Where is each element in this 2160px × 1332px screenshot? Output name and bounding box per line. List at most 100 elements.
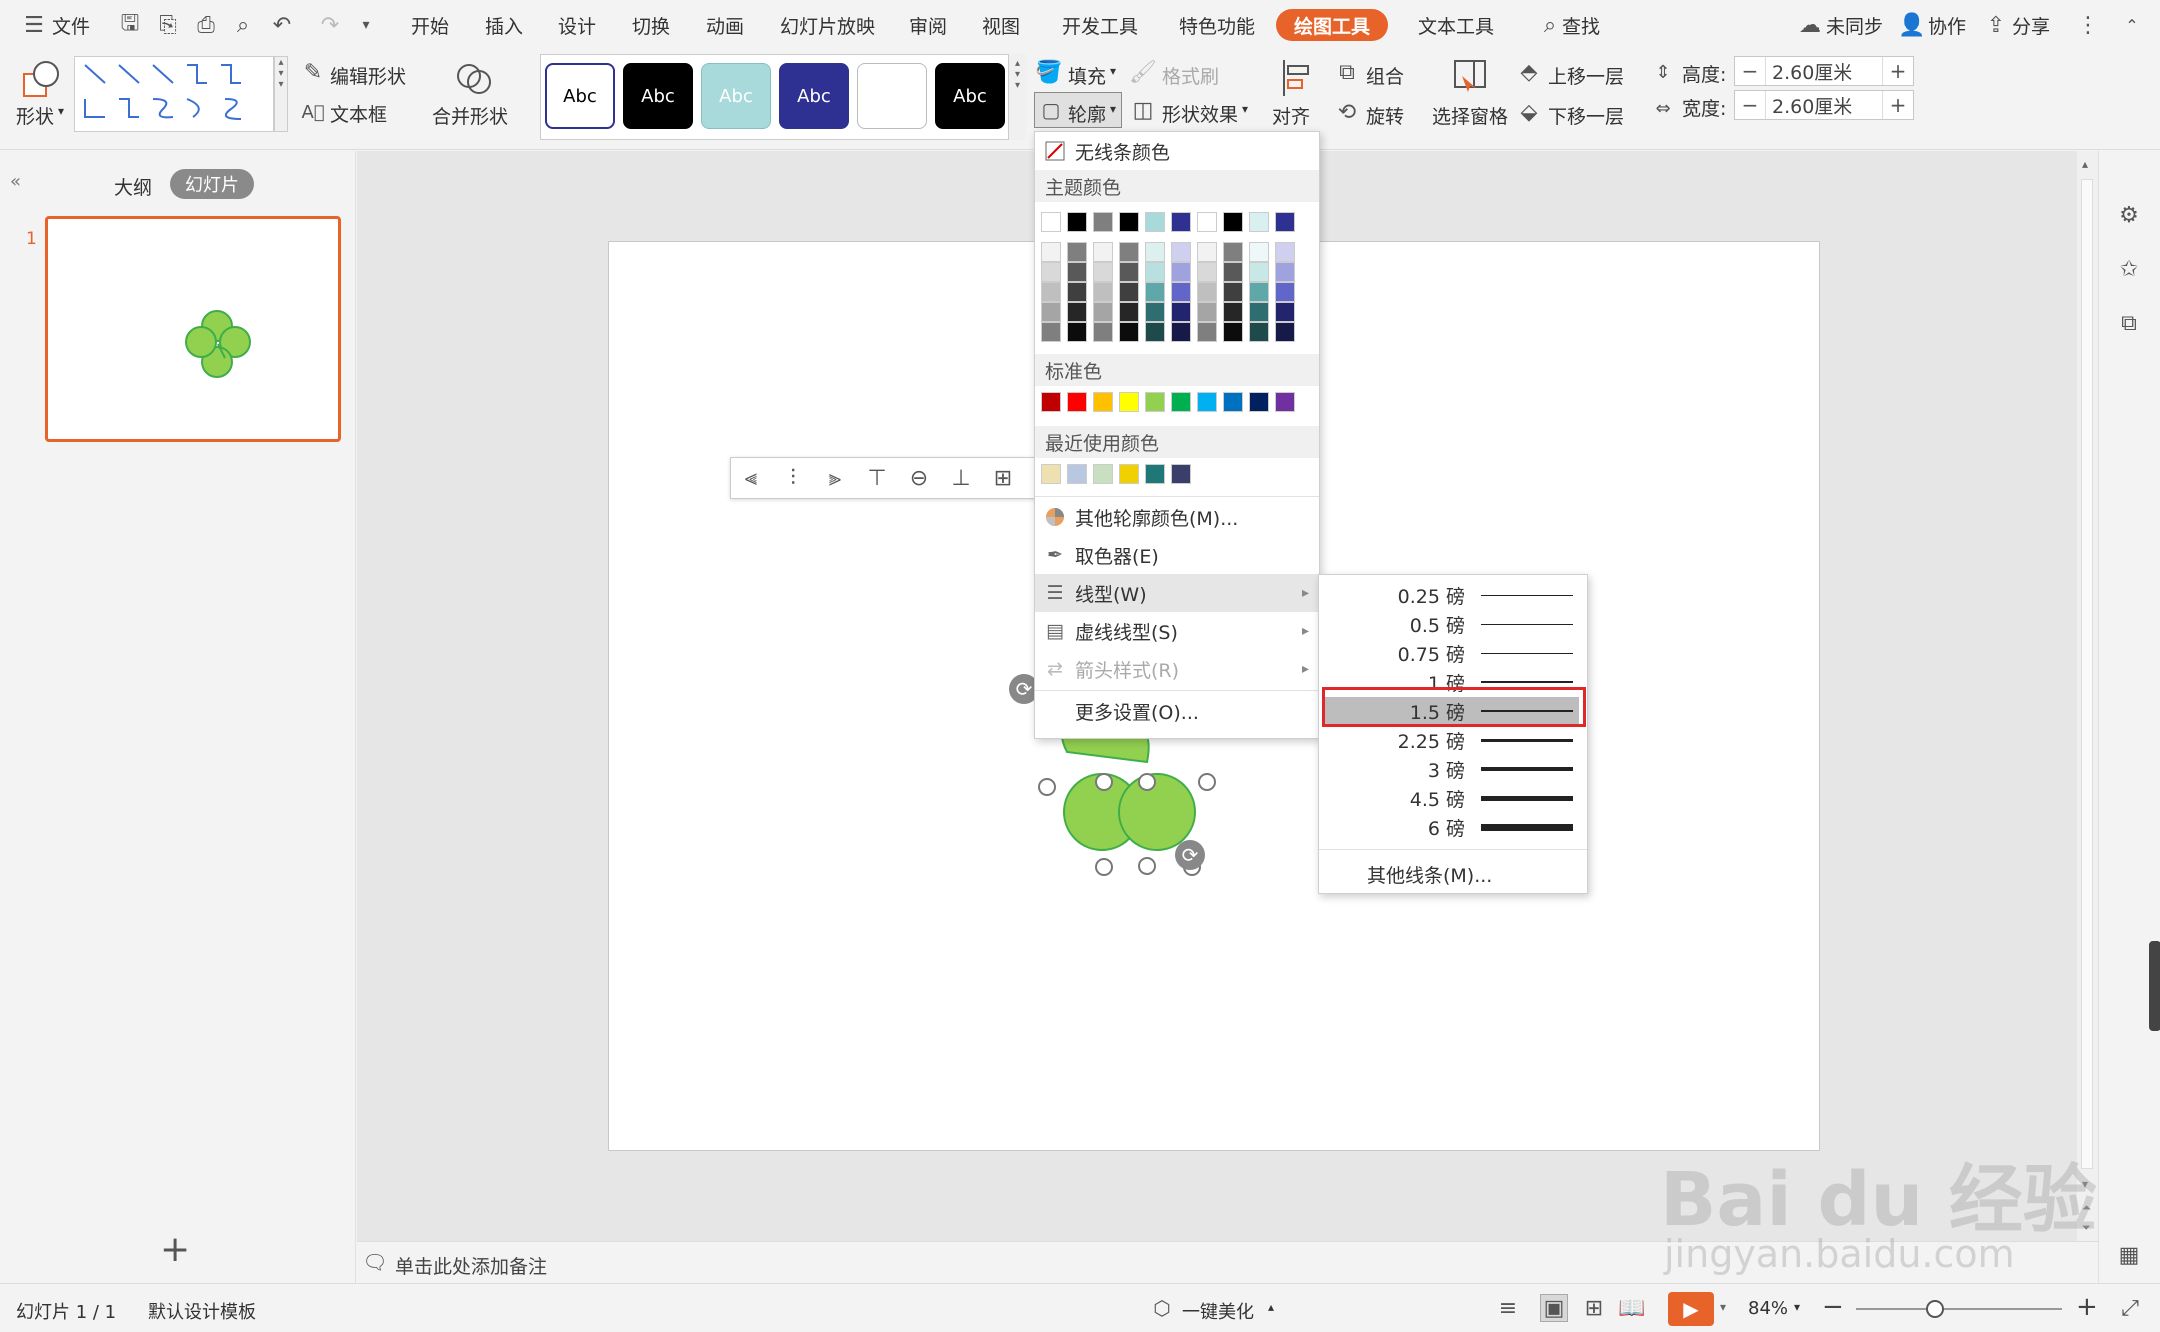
standard-color-swatch[interactable] <box>1275 392 1295 412</box>
standard-color-swatch[interactable] <box>1145 392 1165 412</box>
dash-type-item[interactable]: ▤ 虚线线型(S) ▸ <box>1035 612 1319 650</box>
theme-color-swatch[interactable] <box>1223 322 1243 342</box>
line-shape-gallery[interactable] <box>74 56 274 132</box>
line-weight-option[interactable]: 4.5 磅 <box>1319 784 1587 813</box>
sorter-view-icon[interactable]: ⊞ <box>1580 1294 1608 1322</box>
style-plain-white[interactable] <box>857 63 927 129</box>
notes-placeholder[interactable]: 单击此处添加备注 <box>395 1252 547 1279</box>
line-weight-option[interactable]: 6 磅 <box>1319 813 1587 842</box>
gallery-scroll[interactable]: ▴ ▾ ▾ <box>274 56 288 132</box>
scroll-thumb[interactable] <box>2081 179 2093 1169</box>
align-center-icon[interactable]: ⫶ <box>779 464 807 492</box>
play-dropdown-icon[interactable]: ▾ <box>1720 1300 1726 1314</box>
recent-color-swatch[interactable] <box>1171 464 1191 484</box>
height-stepper[interactable]: − 2.60厘米 + <box>1734 56 1914 86</box>
align-right-icon[interactable]: ⫸ <box>821 464 849 492</box>
theme-color-swatch[interactable] <box>1249 212 1269 232</box>
fit-window-icon[interactable]: ⤢ <box>2116 1294 2144 1322</box>
standard-color-swatch[interactable] <box>1041 392 1061 412</box>
selection-pane-button[interactable]: 选择窗格 <box>1432 102 1508 129</box>
vertical-scrollbar[interactable]: ▴ ▾ ⏶ ⏷ <box>2077 151 2098 1241</box>
width-increment[interactable]: + <box>1883 93 1913 117</box>
theme-color-swatch[interactable] <box>1093 242 1113 262</box>
shape-dropdown-icon[interactable]: ▾ <box>58 104 64 118</box>
theme-color-swatch[interactable] <box>1171 242 1191 262</box>
shape-button[interactable]: 形状 <box>16 102 54 129</box>
search-button[interactable]: 查找 <box>1562 12 1600 39</box>
theme-color-swatch[interactable] <box>1119 282 1139 302</box>
standard-color-swatch[interactable] <box>1171 392 1191 412</box>
shape-effect-icon[interactable]: ◫ <box>1130 96 1156 124</box>
theme-color-swatch[interactable] <box>1067 322 1087 342</box>
theme-color-swatch[interactable] <box>1093 282 1113 302</box>
tab-view[interactable]: 视图 <box>982 12 1020 39</box>
line-weight-option[interactable]: 2.25 磅 <box>1319 726 1587 755</box>
send-backward-button[interactable]: 下移一层 <box>1548 102 1624 129</box>
align-top-icon[interactable]: ⊤ <box>863 464 891 492</box>
group-button[interactable]: 组合 <box>1366 62 1404 89</box>
theme-color-swatch[interactable] <box>1093 212 1113 232</box>
textbox-button[interactable]: 文本框 <box>330 100 387 127</box>
beautify-icon[interactable]: ⬡ <box>1148 1294 1176 1322</box>
tab-text-tools[interactable]: 文本工具 <box>1418 12 1494 39</box>
recent-color-swatch[interactable] <box>1093 464 1113 484</box>
theme-color-swatch[interactable] <box>1041 212 1061 232</box>
standard-color-swatch[interactable] <box>1197 392 1217 412</box>
tab-animation[interactable]: 动画 <box>706 12 744 39</box>
animation-icon[interactable]: ✩ <box>2115 255 2143 283</box>
theme-color-swatch[interactable] <box>1145 282 1165 302</box>
properties-icon[interactable]: ⚙ <box>2115 201 2143 229</box>
line-weight-option[interactable]: 3 磅 <box>1319 755 1587 784</box>
fill-dropdown-icon[interactable]: ▾ <box>1110 64 1116 78</box>
style-navy[interactable]: Abc <box>779 63 849 129</box>
play-slideshow-button[interactable]: ▶ <box>1668 1292 1714 1326</box>
theme-color-swatch[interactable] <box>1145 262 1165 282</box>
theme-color-swatch[interactable] <box>1067 282 1087 302</box>
theme-color-swatch[interactable] <box>1171 262 1191 282</box>
theme-color-swatch[interactable] <box>1145 242 1165 262</box>
share-button[interactable]: 分享 <box>2012 12 2050 39</box>
theme-color-swatch[interactable] <box>1093 322 1113 342</box>
recent-color-swatch[interactable] <box>1041 464 1061 484</box>
bring-forward-button[interactable]: 上移一层 <box>1548 62 1624 89</box>
export-icon[interactable]: ⎘ <box>154 11 182 39</box>
theme-color-swatch[interactable] <box>1041 282 1061 302</box>
selection-pane-icon[interactable] <box>1452 58 1488 96</box>
search-icon[interactable]: ⌕ <box>1536 11 1564 39</box>
height-increment[interactable]: + <box>1883 59 1913 83</box>
theme-color-swatch[interactable] <box>1223 262 1243 282</box>
theme-color-swatch[interactable] <box>1249 262 1269 282</box>
beautify-dropdown-icon[interactable]: ▴ <box>1268 1300 1274 1314</box>
rotate-button[interactable]: 旋转 <box>1366 102 1404 129</box>
tab-transition[interactable]: 切换 <box>632 12 670 39</box>
theme-color-swatch[interactable] <box>1275 322 1295 342</box>
preview-icon[interactable]: ⌕ <box>229 11 257 39</box>
outline-dropdown-icon[interactable]: ▾ <box>1110 102 1116 116</box>
beautify-button[interactable]: 一键美化 <box>1182 1298 1254 1324</box>
align-bottom-icon[interactable]: ⊥ <box>947 464 975 492</box>
theme-color-swatch[interactable] <box>1249 242 1269 262</box>
eyedropper-item[interactable]: ✒ 取色器(E) <box>1035 536 1319 574</box>
no-line-color-item[interactable]: 无线条颜色 <box>1035 132 1319 170</box>
redo-icon[interactable]: ↷ <box>316 11 344 39</box>
standard-color-swatch[interactable] <box>1119 392 1139 412</box>
slide-thumbnail[interactable] <box>45 216 341 442</box>
theme-color-swatch[interactable] <box>1197 242 1217 262</box>
print-icon[interactable]: ⎙ <box>192 11 220 39</box>
theme-color-swatch[interactable] <box>1119 242 1139 262</box>
theme-color-swatch[interactable] <box>1145 212 1165 232</box>
file-menu[interactable]: 文件 <box>52 12 90 39</box>
style-black-2[interactable]: Abc <box>935 63 1005 129</box>
standard-color-swatch[interactable] <box>1223 392 1243 412</box>
tab-review[interactable]: 审阅 <box>909 12 947 39</box>
send-backward-icon[interactable]: ⬙ <box>1516 98 1542 126</box>
undo-icon[interactable]: ↶ <box>268 11 296 39</box>
fill-button[interactable]: 填充 <box>1068 62 1106 89</box>
collapse-ribbon-icon[interactable]: ⌃ <box>2118 11 2146 39</box>
theme-color-swatch[interactable] <box>1171 302 1191 322</box>
theme-color-swatch[interactable] <box>1119 262 1139 282</box>
theme-color-swatch[interactable] <box>1145 322 1165 342</box>
design-template[interactable]: 默认设计模板 <box>148 1298 256 1324</box>
scroll-up-icon[interactable]: ▴ <box>2082 157 2088 171</box>
reading-view-icon[interactable]: 📖 <box>1618 1294 1646 1322</box>
